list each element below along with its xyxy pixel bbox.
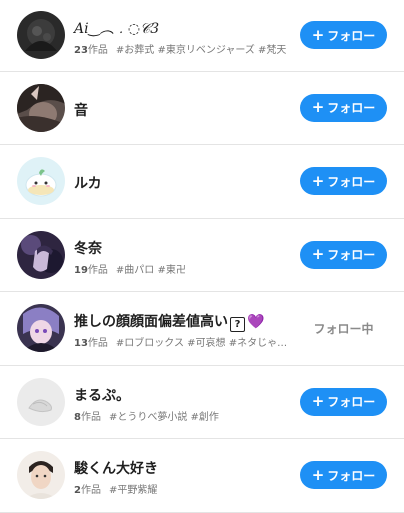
user-meta: 2作品 #平野紫耀 [74, 481, 314, 496]
work-count-unit: 作品 [87, 338, 108, 349]
follow-button[interactable]: + フォロー [300, 387, 387, 416]
avatar[interactable] [17, 157, 65, 205]
user-name[interactable]: 音 [74, 100, 88, 120]
user-info: 冬奈 19作品 #曲パロ #東卍 [74, 219, 292, 292]
user-name[interactable]: 駿くん大好き [74, 458, 158, 478]
user-info: 推しの顔顔面偏差値高い? 💜 13作品 #ロブロックス #可哀想 #ネタじゃ… [74, 292, 292, 365]
user-tags: #お葬式 #東京リベンジャーズ #梵天 [115, 45, 287, 56]
list-item[interactable]: 駿くん大好き 2作品 #平野紫耀 + フォロー [0, 439, 404, 513]
user-tags: #ロブロックス #可哀想 #ネタじゃ… [115, 338, 288, 349]
user-meta: 13作品 #ロブロックス #可哀想 #ネタじゃ… [74, 334, 314, 349]
user-info: 駿くん大好き 2作品 #平野紫耀 [74, 439, 292, 512]
follow-button-label: フォロー [327, 28, 376, 43]
avatar[interactable] [17, 451, 65, 499]
avatar[interactable] [17, 230, 65, 279]
user-name-text: 推しの顔顔面偏差値高い [74, 314, 228, 330]
list-item[interactable]: ルカ + フォロー [0, 145, 404, 219]
avatar[interactable] [17, 377, 65, 426]
list-item[interactable]: 推しの顔顔面偏差値高い? 💜 13作品 #ロブロックス #可哀想 #ネタじゃ… フォ… [0, 292, 404, 366]
work-count-unit: 作品 [87, 45, 108, 56]
plus-icon: + [311, 171, 325, 190]
follow-button-label: フォロー [327, 174, 376, 189]
user-meta: 8作品 #とうりべ夢小説 #創作 [74, 408, 314, 423]
user-tags: #とうりべ夢小説 #創作 [108, 411, 219, 423]
user-meta: 23作品 #お葬式 #東京リベンジャーズ #梵天 [74, 41, 314, 56]
follow-button-label: フォロー [327, 101, 376, 115]
follow-button[interactable]: + フォロー [300, 240, 387, 269]
work-count-unit: 作品 [87, 264, 108, 276]
work-count-unit: 作品 [80, 485, 101, 496]
follow-button-label: フォロー [327, 395, 376, 409]
user-meta: 19作品 #曲パロ #東卍 [74, 261, 314, 276]
list-item[interactable]: 冬奈 19作品 #曲パロ #東卍 + フォロー [0, 219, 404, 292]
user-name[interactable]: 𝐴𝑖‿︵﹒◌𝒞3 [74, 18, 159, 38]
user-info: まるぷ。 8作品 #とうりべ夢小説 #創作 [74, 366, 292, 439]
list-item[interactable]: まるぷ。 8作品 #とうりべ夢小説 #創作 + フォロー [0, 366, 404, 439]
follow-button-label: フォロー [327, 468, 376, 483]
user-info: 音 [74, 72, 292, 145]
user-tags: #曲パロ #東卍 [115, 264, 186, 276]
user-name[interactable]: ルカ [74, 173, 102, 193]
user-info: 𝐴𝑖‿︵﹒◌𝒞3 23作品 #お葬式 #東京リベンジャーズ #梵天 [74, 0, 292, 71]
avatar[interactable] [17, 11, 65, 59]
plus-icon: + [311, 98, 325, 116]
plus-icon: + [311, 465, 325, 484]
follow-button[interactable]: + フォロー [300, 167, 387, 195]
work-count: 2 [74, 485, 81, 496]
follow-button-label: フォロー [327, 248, 376, 262]
following-button[interactable]: フォロー中 [300, 314, 387, 342]
user-name[interactable]: まるぷ。 [74, 385, 130, 405]
work-count: 8 [74, 411, 81, 423]
follow-button[interactable]: + フォロー [300, 461, 387, 489]
plus-icon: + [311, 25, 325, 44]
work-count: 13 [74, 338, 88, 349]
avatar[interactable] [17, 83, 65, 132]
user-info: ルカ [74, 145, 292, 218]
purple-heart-icon: 💜 [247, 314, 265, 330]
work-count: 19 [74, 264, 88, 276]
user-name[interactable]: 推しの顔顔面偏差値高い? 💜 [74, 311, 264, 332]
user-tags: #平野紫耀 [108, 485, 158, 496]
follow-button[interactable]: + フォロー [300, 21, 387, 49]
avatar[interactable] [17, 304, 65, 352]
list-item[interactable]: 音 + フォロー [0, 72, 404, 145]
list-item[interactable]: 𝐴𝑖‿︵﹒◌𝒞3 23作品 #お葬式 #東京リベンジャーズ #梵天 + フォロー [0, 0, 404, 72]
question-emoji-icon: ? [230, 317, 245, 332]
user-name[interactable]: 冬奈 [74, 238, 102, 258]
user-list: 𝐴𝑖‿︵﹒◌𝒞3 23作品 #お葬式 #東京リベンジャーズ #梵天 + フォロー 音… [0, 0, 404, 513]
plus-icon: + [311, 392, 325, 410]
follow-button[interactable]: + フォロー [300, 93, 387, 122]
work-count: 23 [74, 45, 88, 56]
plus-icon: + [311, 245, 325, 263]
work-count-unit: 作品 [80, 411, 101, 423]
